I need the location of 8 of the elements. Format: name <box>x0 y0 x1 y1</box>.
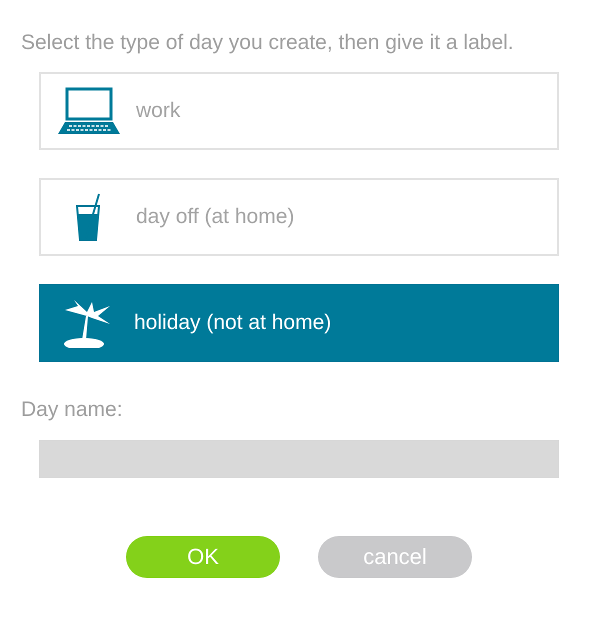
day-name-field[interactable] <box>39 440 559 478</box>
day-type-option[interactable]: day off (at home) <box>39 178 559 256</box>
day-name-label: Day name: <box>21 397 124 423</box>
ok-button[interactable]: OK <box>126 536 280 578</box>
day-type-option[interactable]: holiday (not at home) <box>39 284 559 362</box>
instruction-text: Select the type of day you create, then give it a label. <box>21 30 515 56</box>
day-type-option[interactable]: work <box>39 72 559 150</box>
laptop-icon <box>56 86 120 136</box>
